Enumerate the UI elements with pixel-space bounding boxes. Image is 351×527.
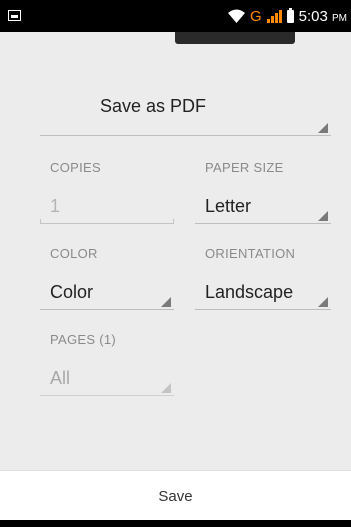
copies-input[interactable]: 1 (40, 188, 174, 224)
save-button[interactable]: Save (0, 470, 351, 521)
battery-icon (286, 7, 294, 23)
clock: 5:03 PM (299, 8, 347, 25)
orientation-label: ORIENTATION (205, 246, 296, 261)
status-bar: G 5:03 PM (0, 0, 351, 32)
dropdown-arrow-icon (161, 383, 171, 393)
color-underline (40, 309, 174, 310)
copies-tick-left (40, 219, 41, 224)
color-label: COLOR (50, 246, 98, 261)
dropdown-arrow-icon (318, 297, 328, 307)
copies-label: COPIES (50, 160, 101, 175)
pages-label: PAGES (1) (50, 332, 117, 347)
wifi-icon (227, 9, 245, 23)
copies-underline (40, 223, 174, 224)
pages-value: All (50, 368, 71, 388)
orientation-select[interactable]: Landscape (195, 274, 331, 310)
dropdown-arrow-icon (161, 297, 171, 307)
dropdown-arrow-icon (318, 123, 328, 133)
clock-time: 5:03 (298, 7, 328, 25)
paper-size-label: PAPER SIZE (205, 160, 284, 175)
color-select[interactable]: Color (40, 274, 174, 310)
paper-size-value: Letter (205, 196, 252, 216)
copies-value: 1 (50, 196, 61, 216)
save-button-label: Save (158, 487, 193, 505)
clock-ampm: PM (332, 12, 347, 24)
paper-size-select[interactable]: Letter (195, 188, 331, 224)
pages-select[interactable]: All (40, 360, 174, 396)
orientation-underline (195, 309, 331, 310)
orientation-value: Landscape (205, 282, 294, 302)
paper-size-underline (195, 223, 331, 224)
color-value: Color (50, 282, 94, 302)
printer-select-underline (40, 135, 331, 136)
dropdown-arrow-icon (318, 211, 328, 221)
header-tab (175, 32, 295, 44)
gallery-icon (8, 10, 21, 21)
pages-underline (40, 395, 174, 396)
printer-select-label: Save as PDF (100, 96, 207, 116)
copies-tick-right (173, 219, 174, 224)
network-type-label: G (249, 7, 262, 25)
signal-icon (266, 9, 282, 23)
navigation-bar (0, 520, 351, 527)
printer-select[interactable]: Save as PDF (40, 88, 331, 136)
status-icons: G 5:03 PM (227, 0, 347, 32)
